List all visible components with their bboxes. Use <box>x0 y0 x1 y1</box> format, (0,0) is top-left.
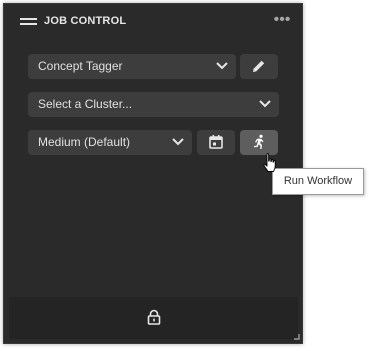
tagger-dropdown-value: Concept Tagger <box>38 59 123 73</box>
edit-tagger-button[interactable] <box>240 54 278 79</box>
screen: JOB CONTROL ••• Concept Tagger Select a … <box>0 0 369 351</box>
chevron-down-icon <box>259 100 271 108</box>
job-control-panel: JOB CONTROL ••• Concept Tagger Select a … <box>3 3 303 344</box>
resize-handle-icon[interactable] <box>294 334 300 340</box>
run-workflow-tooltip: Run Workflow <box>272 168 364 195</box>
schedule-button[interactable] <box>197 130 235 155</box>
running-person-icon <box>254 134 264 149</box>
cluster-dropdown[interactable]: Select a Cluster... <box>28 92 279 117</box>
tagger-dropdown[interactable]: Concept Tagger <box>28 54 236 79</box>
panel-title: JOB CONTROL <box>44 15 127 27</box>
priority-dropdown[interactable]: Medium (Default) <box>28 130 192 155</box>
cluster-dropdown-placeholder: Select a Cluster... <box>38 97 133 111</box>
more-horizontal-icon[interactable]: ••• <box>272 12 292 28</box>
pencil-icon <box>253 60 265 72</box>
panel-footer <box>9 297 298 339</box>
chevron-down-icon <box>172 138 184 146</box>
hand-pointer-cursor-icon <box>263 153 276 172</box>
lock-icon[interactable] <box>147 309 161 325</box>
chevron-down-icon <box>216 62 228 70</box>
priority-dropdown-value: Medium (Default) <box>38 135 131 149</box>
panel-header: JOB CONTROL ••• <box>4 4 302 38</box>
run-workflow-button[interactable] <box>240 130 278 155</box>
calendar-icon <box>209 135 223 149</box>
hamburger-menu-icon[interactable] <box>20 18 37 26</box>
